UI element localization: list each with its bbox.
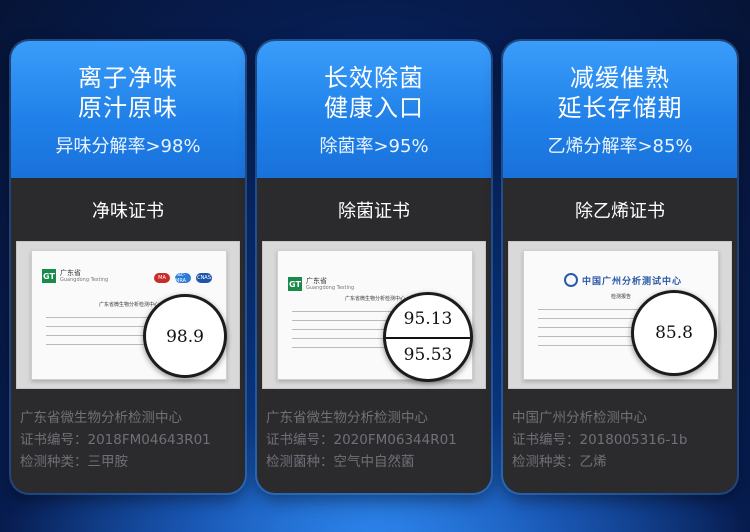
- cgz-logo-icon: [564, 273, 578, 287]
- magnifier-lens: 85.8: [631, 290, 717, 376]
- info-test-type: 检测种类：三甲胺: [20, 454, 128, 470]
- magnifier-lens: 98.9: [143, 294, 227, 378]
- feature-card-ethylene: 减缓催熟 延长存储期 乙烯分解率>85% 除乙烯证书 中国广州分析测试中心 检测…: [503, 41, 737, 493]
- magnifier-lens: 95.13 95.53: [383, 292, 473, 382]
- lens-value-1: 95.13: [403, 309, 453, 329]
- headline-line1: 长效除菌: [324, 64, 424, 92]
- lens-value: 98.9: [166, 327, 204, 347]
- info-cert-no: 证书编号：2018FM04643R01: [20, 432, 211, 448]
- certificate-photo: 中国广州分析测试中心 检测报告 85.8: [508, 241, 732, 389]
- info-test-type: 检测种类：乙烯: [512, 454, 607, 470]
- rate-text: 乙烯分解率>85%: [547, 136, 693, 157]
- headline-line1: 离子净味: [78, 64, 178, 92]
- lens-divider: [386, 337, 470, 339]
- ilac-mark-icon: ilac-MRA: [175, 272, 191, 284]
- info-cert-no: 证书编号：2020FM06344R01: [266, 432, 457, 448]
- lens-value-2: 95.53: [403, 345, 453, 365]
- cnas-mark-icon: CNAS: [196, 273, 212, 283]
- info-org: 广东省微生物分析检测中心: [266, 410, 428, 426]
- ma-mark-icon: MA: [154, 273, 170, 283]
- org-logo: 中国广州分析测试中心: [564, 273, 682, 287]
- org-logo: GT 广东省 Guangdong Testing: [288, 277, 354, 291]
- gt-logo-icon: GT: [42, 269, 56, 283]
- org-logo-text: 广东省: [306, 277, 327, 285]
- cert-info: 广东省微生物分析检测中心 证书编号：2020FM06344R01 检测菌种：空气…: [257, 389, 491, 473]
- headline-line1: 减缓催熟: [570, 64, 670, 92]
- cert-title: 净味证书: [92, 201, 164, 222]
- info-cert-no: 证书编号：2018005316-1b: [512, 432, 688, 448]
- certificate-photo: GT 广东省 Guangdong Testing MA ilac-MRA CNA…: [16, 241, 240, 389]
- headline-line2: 原汁原味: [78, 94, 178, 122]
- certificate-photo: GT 广东省 Guangdong Testing 广东省微生物分析检测中心 95…: [262, 241, 486, 389]
- gt-logo-icon: GT: [288, 277, 302, 291]
- info-test-type: 检测菌种：空气中自然菌: [266, 454, 415, 470]
- rate-text: 异味分解率>98%: [55, 136, 201, 157]
- org-logo: GT 广东省 Guangdong Testing: [42, 269, 108, 283]
- org-logo-text: 广东省: [60, 269, 81, 277]
- feature-card-sterilize: 长效除菌 健康入口 除菌率>95% 除菌证书 GT 广东省 Guangdong …: [257, 41, 491, 493]
- card-header: 减缓催熟 延长存储期 乙烯分解率>85%: [503, 41, 737, 178]
- rate-text: 除菌率>95%: [319, 136, 429, 157]
- cert-info: 中国广州分析检测中心 证书编号：2018005316-1b 检测种类：乙烯: [503, 389, 737, 473]
- org-logo-sub: Guangdong Testing: [60, 277, 109, 283]
- org-logo-sub: Guangdong Testing: [306, 285, 355, 291]
- cert-title: 除菌证书: [338, 201, 410, 222]
- info-org: 中国广州分析检测中心: [512, 410, 647, 426]
- lens-value: 85.8: [655, 323, 693, 343]
- feature-panel: 离子净味 原汁原味 异味分解率>98% 净味证书 GT 广东省 Guangdon…: [0, 0, 750, 532]
- headline-line2: 延长存储期: [557, 94, 683, 122]
- accreditation-marks: MA ilac-MRA CNAS: [154, 272, 212, 284]
- feature-card-deodorize: 离子净味 原汁原味 异味分解率>98% 净味证书 GT 广东省 Guangdon…: [11, 41, 245, 493]
- card-header: 离子净味 原汁原味 异味分解率>98%: [11, 41, 245, 178]
- cert-info: 广东省微生物分析检测中心 证书编号：2018FM04643R01 检测种类：三甲…: [11, 389, 245, 473]
- headline-line2: 健康入口: [324, 94, 424, 122]
- org-logo-text: 中国广州分析测试中心: [582, 276, 683, 287]
- info-org: 广东省微生物分析检测中心: [20, 410, 182, 426]
- card-header: 长效除菌 健康入口 除菌率>95%: [257, 41, 491, 178]
- cert-title: 除乙烯证书: [575, 201, 665, 222]
